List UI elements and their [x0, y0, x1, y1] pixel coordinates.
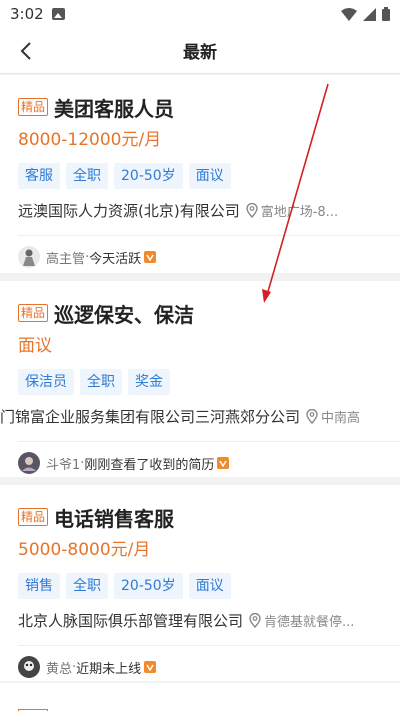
job-title: 美团客服人员 [54, 96, 175, 121]
job-tag: 销售 [18, 573, 60, 599]
recruiter-row: 高主管 · 今天活跃 [18, 236, 400, 273]
job-tag: 保洁员 [18, 369, 74, 395]
job-tag: 面议 [188, 573, 231, 599]
verified-icon [144, 251, 157, 263]
premium-badge: 精品 [18, 98, 49, 116]
company-row: 门锦富企业服务集团有限公司三河燕郊分公司 中南高 [0, 399, 400, 433]
recruiter-row: 斗爷1 · 刚刚查看了收到的简历 [18, 442, 400, 477]
job-card[interactable]: 精品 美团客服人员 8000-12000元/月 客服 全职 20-50岁 面议 … [0, 75, 400, 273]
job-tags: 客服 全职 20-50岁 面议 [18, 163, 400, 189]
premium-badge: 精品 [18, 304, 49, 322]
company-name: 北京人脉国际俱乐部管理有限公司 [18, 611, 244, 630]
status-bar: 3:02 [0, 0, 400, 28]
job-title-row: 精品 电话销售客服 [18, 501, 400, 533]
company-name: 门锦富企业服务集团有限公司三河燕郊分公司 [0, 407, 301, 426]
recruiter-status: 刚刚查看了收到的简历 [84, 457, 215, 473]
job-title: 电话销售客服 [54, 506, 175, 531]
job-list: 精品 美团客服人员 8000-12000元/月 客服 全职 20-50岁 面议 … [0, 75, 400, 689]
status-icons [341, 7, 390, 21]
image-notification-icon [51, 8, 65, 20]
job-tag: 面议 [188, 163, 231, 189]
job-tag: 全职 [66, 573, 108, 599]
recruiter-avatar [18, 246, 40, 268]
job-tag: 20-50岁 [114, 163, 183, 189]
job-title-row: 精品 巡逻保安、保洁 [18, 297, 400, 329]
job-salary: 5000-8000元/月 [18, 540, 151, 560]
location-pin-icon [249, 612, 261, 628]
wifi-icon [341, 7, 357, 21]
recruiter-avatar [18, 656, 40, 678]
job-tag: 全职 [80, 369, 122, 395]
job-location: 中南高 [321, 410, 361, 426]
job-tag: 客服 [18, 163, 60, 189]
signal-icon [363, 7, 376, 21]
job-tag: 20-50岁 [114, 573, 183, 599]
recruiter-status: 今天活跃 [89, 251, 142, 267]
recruiter-avatar [18, 452, 40, 474]
job-salary: 面议 [18, 336, 52, 356]
page-title: 最新 [183, 43, 217, 63]
top-app-bar: 最新 [0, 28, 400, 74]
verified-icon [217, 457, 230, 469]
company-row: 远澳国际人力资源(北京)有限公司 富地广场-8... [18, 193, 400, 227]
battery-icon [382, 7, 390, 21]
job-tag: 奖金 [128, 369, 170, 395]
job-tags: 销售 全职 20-50岁 面议 [18, 573, 400, 599]
location-pin-icon [306, 408, 318, 424]
job-location: 肯德基就餐停... [264, 614, 355, 630]
back-button[interactable] [14, 39, 38, 63]
verified-icon [144, 661, 157, 673]
job-title: 巡逻保安、保洁 [54, 302, 195, 327]
job-salary: 8000-12000元/月 [18, 130, 162, 150]
job-title-row: 精品 美团客服人员 [18, 91, 400, 123]
chevron-left-icon [20, 42, 31, 60]
company-row: 北京人脉国际俱乐部管理有限公司 肯德基就餐停... [18, 603, 400, 637]
job-card[interactable]: 精品 巡逻保安、保洁 面议 保洁员 全职 奖金 门锦富企业服务集团有限公司三河燕… [0, 281, 400, 477]
recruiter-status: 近期未上线 [76, 661, 142, 677]
recruiter-name: 黄总 [46, 661, 73, 677]
recruiter-name: 斗爷1 [46, 457, 81, 473]
company-name: 远澳国际人力资源(北京)有限公司 [18, 201, 240, 220]
premium-badge: 精品 [18, 508, 49, 526]
recruiter-row: 黄总 · 近期未上线 [18, 646, 400, 681]
location-pin-icon [246, 202, 258, 218]
job-card[interactable]: 精品 电话销售客服 5000-8000元/月 销售 全职 20-50岁 面议 北… [0, 485, 400, 681]
recruiter-name: 高主管 [46, 251, 86, 267]
status-time: 3:02 [10, 5, 44, 23]
job-tag: 全职 [66, 163, 108, 189]
job-location: 富地广场-8... [260, 204, 339, 220]
job-card-partial[interactable] [0, 683, 400, 711]
job-tags: 保洁员 全职 奖金 [18, 369, 400, 395]
